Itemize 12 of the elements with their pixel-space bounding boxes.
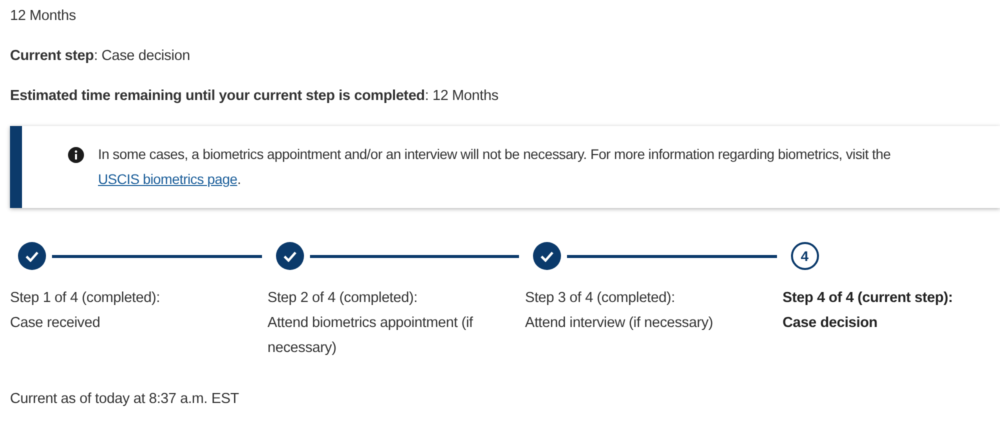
step-label: Step 1 of 4 (completed): Case received [10,289,161,333]
step-label: Step 2 of 4 (completed): Attend biometrics appointment (if necessary) [268,289,474,358]
alert-text: In some cases, a biometrics appointment and/or an interview will not be necessary. For more information regarding biometrics, visit the USCIS biometrics page. [98,145,892,189]
step-number: 4 [790,242,818,270]
time-remaining-text: Estimated time remaining until your current step is completed: 12 Months [10,87,500,106]
step-label: Step 3 of 4 (completed): Attend interview (if necessary) [525,289,714,333]
biometrics-link[interactable]: USCIS biometrics page [98,171,238,187]
info-icon [68,147,84,163]
processing-time: 12 Months [10,7,77,26]
updated-text: Current as of today at 8:37 a.m. EST [10,390,240,409]
step-label: Step 4 of 4 (current step): Case decision [782,289,954,333]
current-step-text: Current step: Case decision [10,47,191,66]
